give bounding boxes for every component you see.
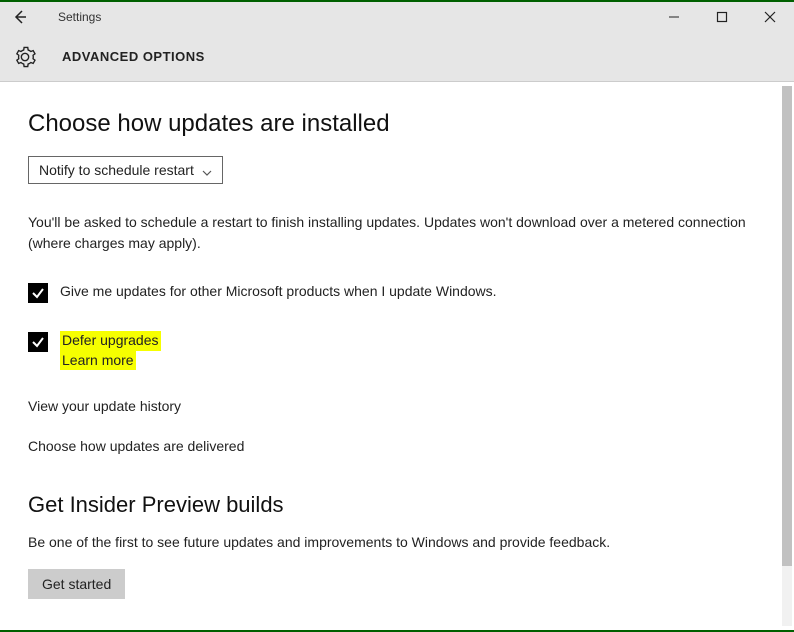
section-title-updates: Choose how updates are installed [28,110,766,138]
minimize-icon [668,11,680,23]
close-icon [764,11,776,23]
arrow-left-icon [12,9,28,25]
page-header: ADVANCED OPTIONS [0,32,794,82]
checkbox-row-other-products: Give me updates for other Microsoft prod… [28,282,766,303]
window-controls [660,3,784,31]
insider-description: Be one of the first to see future update… [28,532,748,553]
gear-icon [14,46,36,68]
content-area: Choose how updates are installed Notify … [0,82,794,630]
scrollbar-track[interactable] [782,86,792,626]
maximize-icon [716,11,728,23]
check-icon [31,335,45,349]
checkbox-defer-label: Defer upgrades [60,331,161,351]
back-button[interactable] [10,7,30,27]
minimize-button[interactable] [660,3,688,31]
dropdown-value: Notify to schedule restart [39,162,194,178]
schedule-description: You'll be asked to schedule a restart to… [28,212,748,254]
checkbox-row-defer: Defer upgrades Learn more [28,331,766,370]
close-button[interactable] [756,3,784,31]
settings-icon-wrap [12,44,38,70]
checkbox-other-products-label: Give me updates for other Microsoft prod… [60,282,497,302]
checkbox-other-products[interactable] [28,283,48,303]
get-started-button[interactable]: Get started [28,569,125,599]
title-bar: Settings [0,2,794,32]
learn-more-link[interactable]: Learn more [60,351,136,371]
section-title-insider: Get Insider Preview builds [28,492,766,518]
restart-schedule-dropdown[interactable]: Notify to schedule restart [28,156,223,184]
maximize-button[interactable] [708,3,736,31]
window-title: Settings [58,10,101,24]
page-heading: ADVANCED OPTIONS [62,49,205,64]
scrollbar-thumb[interactable] [782,86,792,566]
link-updates-delivered[interactable]: Choose how updates are delivered [28,438,766,454]
check-icon [31,286,45,300]
checkbox-defer-upgrades[interactable] [28,332,48,352]
link-update-history[interactable]: View your update history [28,398,766,414]
chevron-down-icon [202,165,212,175]
